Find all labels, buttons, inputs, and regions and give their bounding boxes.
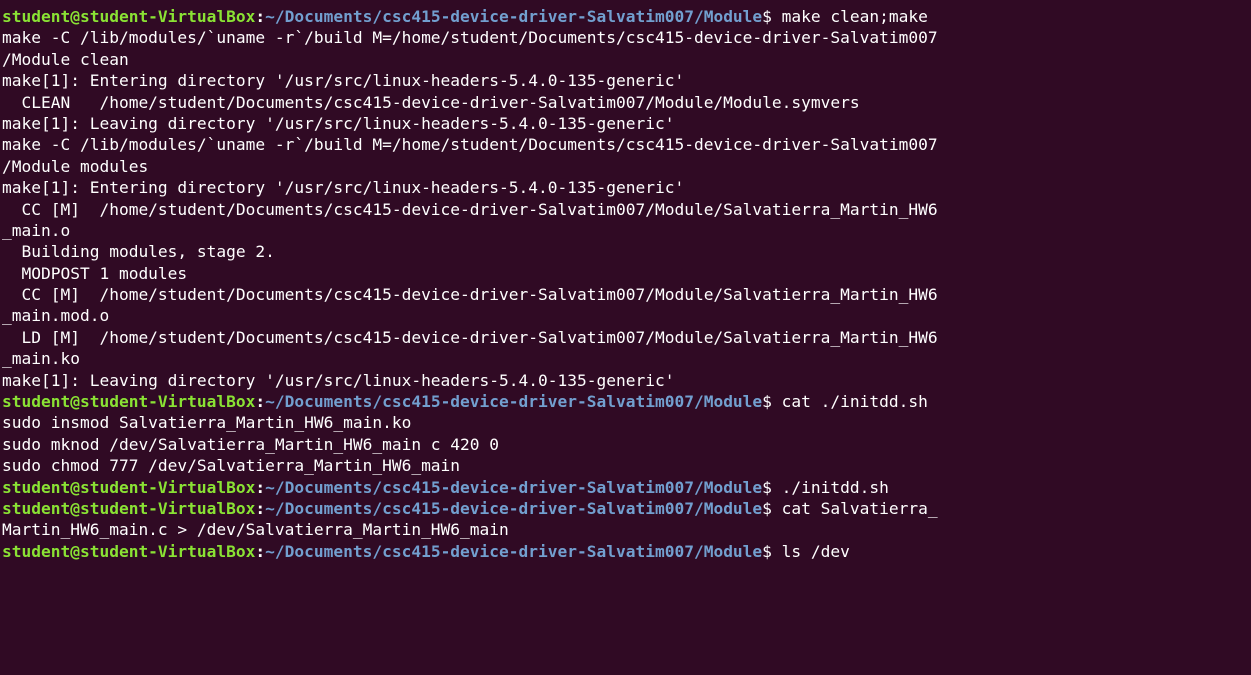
output-line: LD [M] /home/student/Documents/csc415-de… xyxy=(2,327,938,347)
output-line: _main.o xyxy=(2,220,71,240)
output-line: sudo insmod Salvatierra_Martin_HW6_main.… xyxy=(2,413,412,433)
prompt-symbol: $ xyxy=(762,541,782,561)
prompt-path: ~/Documents/csc415-device-driver-Salvati… xyxy=(265,7,763,26)
output-line: _main.ko xyxy=(2,349,80,369)
prompt-user-host: student@student-VirtualBox xyxy=(2,392,256,412)
output-line: Martin_HW6_main.c > /dev/Salvatierra_Mar… xyxy=(2,520,509,540)
command-text: cat Salvatierra_ xyxy=(781,498,938,518)
output-line: make[1]: Entering directory '/usr/src/li… xyxy=(2,178,685,198)
prompt-user-host: student@student-VirtualBox xyxy=(2,541,256,561)
output-line: make[1]: Leaving directory '/usr/src/lin… xyxy=(2,113,675,133)
terminal-window[interactable]: student@student-VirtualBox:~/Documents/c… xyxy=(0,0,1251,675)
prompt-line: student@student-VirtualBox:~/Documents/c… xyxy=(2,6,1251,27)
output-line: CLEAN /home/student/Documents/csc415-dev… xyxy=(2,92,860,112)
prompt-path: ~/Documents/csc415-device-driver-Salvati… xyxy=(265,477,763,497)
prompt-symbol: $ xyxy=(762,392,782,412)
prompt-line: student@student-VirtualBox:~/Documents/c… xyxy=(2,541,1251,562)
prompt-line: student@student-VirtualBox:~/Documents/c… xyxy=(2,498,1251,519)
prompt-user-host: student@student-VirtualBox xyxy=(2,498,256,518)
prompt-separator: : xyxy=(255,541,266,561)
prompt-separator: : xyxy=(255,392,266,412)
prompt-line: student@student-VirtualBox:~/Documents/c… xyxy=(2,391,1251,412)
output-line: /Module modules xyxy=(2,156,149,176)
terminal-output[interactable]: student@student-VirtualBox:~/Documents/c… xyxy=(2,6,1251,562)
prompt-line: student@student-VirtualBox:~/Documents/c… xyxy=(2,477,1251,498)
output-line: _main.mod.o xyxy=(2,306,110,326)
prompt-path: ~/Documents/csc415-device-driver-Salvati… xyxy=(265,392,763,412)
command-text: ./initdd.sh xyxy=(781,477,889,497)
output-line: make -C /lib/modules/`uname -r`/build M=… xyxy=(2,135,938,155)
prompt-path: ~/Documents/csc415-device-driver-Salvati… xyxy=(265,541,763,561)
prompt-separator: : xyxy=(255,477,266,497)
command-text: ls /dev xyxy=(781,541,850,561)
output-line: make -C /lib/modules/`uname -r`/build M=… xyxy=(2,28,938,48)
prompt-path: ~/Documents/csc415-device-driver-Salvati… xyxy=(265,498,763,518)
output-line: make[1]: Leaving directory '/usr/src/lin… xyxy=(2,370,675,390)
prompt-symbol: $ xyxy=(762,7,782,26)
prompt-user-host: student@student-VirtualBox xyxy=(2,477,256,497)
prompt-symbol: $ xyxy=(762,498,782,518)
output-line: sudo mknod /dev/Salvatierra_Martin_HW6_m… xyxy=(2,434,500,454)
prompt-separator: : xyxy=(255,7,266,26)
command-text: cat ./initdd.sh xyxy=(781,392,928,412)
prompt-separator: : xyxy=(255,498,266,518)
output-line: Building modules, stage 2. xyxy=(2,242,275,262)
prompt-symbol: $ xyxy=(762,477,782,497)
output-line: /Module clean xyxy=(2,49,129,69)
prompt-user-host: student@student-VirtualBox xyxy=(2,7,256,26)
output-line: CC [M] /home/student/Documents/csc415-de… xyxy=(2,285,938,305)
output-line: CC [M] /home/student/Documents/csc415-de… xyxy=(2,199,938,219)
output-line: MODPOST 1 modules xyxy=(2,263,188,283)
output-line: make[1]: Entering directory '/usr/src/li… xyxy=(2,71,685,91)
command-text: make clean;make xyxy=(781,7,928,26)
output-line: sudo chmod 777 /dev/Salvatierra_Martin_H… xyxy=(2,456,461,476)
